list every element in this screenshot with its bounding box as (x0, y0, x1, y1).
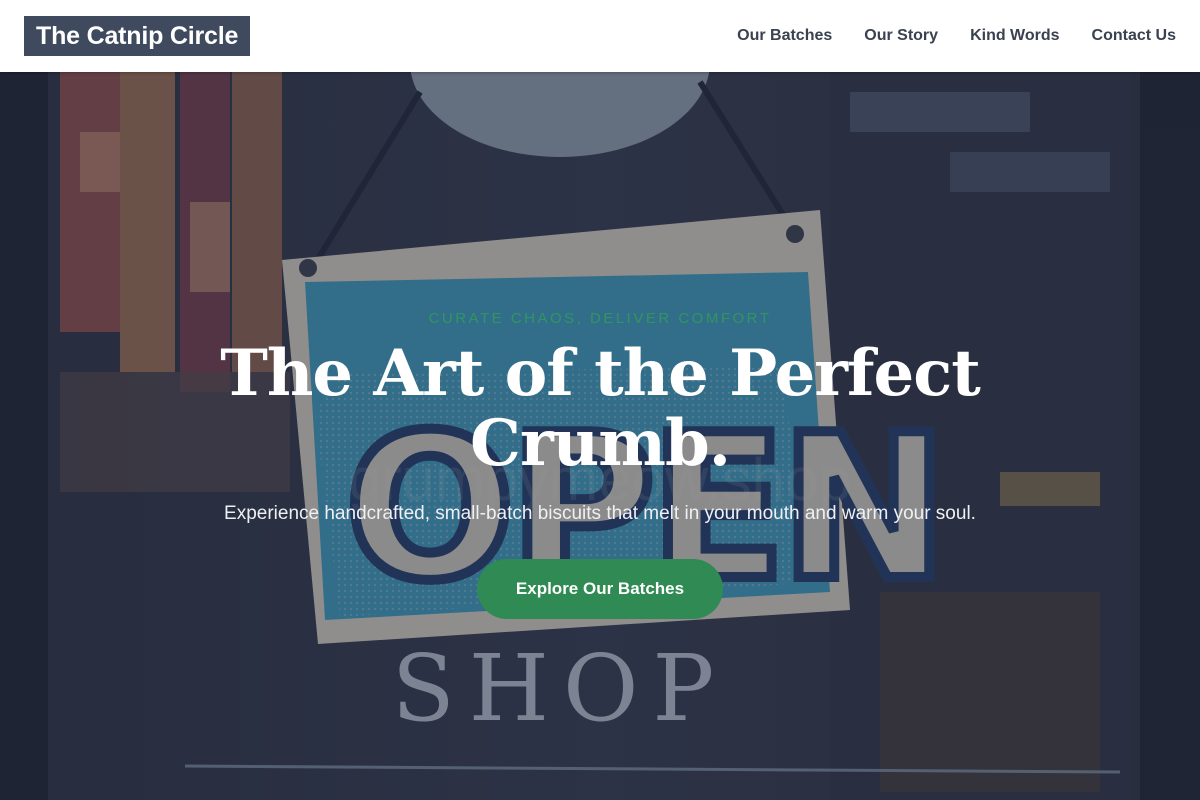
explore-batches-button[interactable]: Explore Our Batches (477, 559, 723, 619)
nav-link-kind-words[interactable]: Kind Words (970, 27, 1059, 45)
hero-tagline: Curate Chaos, Deliver Comfort (428, 310, 772, 327)
site-header: The Catnip Circle Our Batches Our Story … (0, 0, 1200, 72)
hero-content: Curate Chaos, Deliver Comfort The Art of… (0, 310, 1200, 619)
brand-logo[interactable]: The Catnip Circle (24, 16, 251, 56)
hero-headline: The Art of the Perfect Crumb. (220, 336, 981, 481)
nav-link-our-batches[interactable]: Our Batches (737, 27, 832, 45)
hero-section: OPEN grumpymeow.shop SHOP Curate Chaos, … (0, 72, 1200, 800)
nav-link-our-story[interactable]: Our Story (864, 27, 938, 45)
nav-link-contact-us[interactable]: Contact Us (1092, 27, 1176, 45)
main-nav: Our Batches Our Story Kind Words Contact… (737, 27, 1176, 45)
hero-subhead: Experience handcrafted, small-batch bisc… (224, 503, 976, 524)
